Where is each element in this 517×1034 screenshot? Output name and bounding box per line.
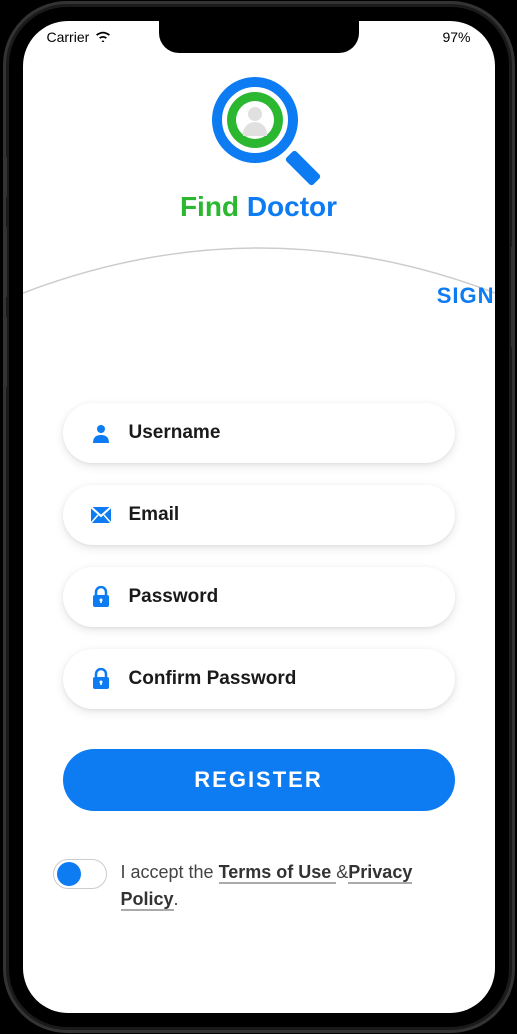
terms-suffix: .: [174, 889, 179, 909]
username-field-container[interactable]: [63, 403, 455, 463]
user-icon: [89, 423, 113, 443]
phone-notch: [159, 21, 359, 53]
email-icon: [89, 507, 113, 523]
side-button: [3, 317, 7, 387]
side-button: [3, 227, 7, 297]
password-input[interactable]: [129, 586, 429, 608]
curve-divider: [23, 233, 495, 333]
terms-and: &: [336, 862, 348, 882]
magnify-handle-icon: [284, 150, 321, 187]
logo-word-find: Find: [180, 191, 239, 222]
battery-label: 97%: [442, 29, 470, 45]
username-input[interactable]: [129, 422, 429, 444]
carrier-label: Carrier: [47, 29, 90, 45]
terms-of-use-link[interactable]: Terms of Use: [219, 862, 337, 884]
terms-prefix: I accept the: [121, 862, 219, 882]
register-form: [23, 403, 495, 709]
app-logo-icon: [204, 73, 314, 183]
side-button: [511, 247, 515, 347]
register-button[interactable]: REGISTER: [63, 749, 455, 811]
status-left: Carrier: [47, 29, 112, 45]
terms-toggle[interactable]: [53, 859, 107, 889]
content: Find Doctor SIGN: [23, 53, 495, 1013]
magnify-circle-icon: [212, 77, 298, 163]
doctor-avatar-icon: [236, 101, 274, 139]
logo-inner-circle: [227, 92, 283, 148]
terms-text: I accept the Terms of Use &Privacy Polic…: [121, 859, 465, 913]
lock-icon: [89, 668, 113, 690]
app-title: Find Doctor: [23, 191, 495, 223]
toggle-knob: [57, 862, 81, 886]
logo-word-doctor: Doctor: [247, 191, 337, 222]
sign-link[interactable]: SIGN: [437, 283, 495, 309]
logo-section: Find Doctor: [23, 73, 495, 223]
lock-icon: [89, 586, 113, 608]
terms-row: I accept the Terms of Use &Privacy Polic…: [23, 859, 495, 913]
wifi-icon: [95, 30, 111, 45]
confirm-password-field-container[interactable]: [63, 649, 455, 709]
phone-frame: Carrier 97%: [9, 7, 509, 1027]
phone-screen: Carrier 97%: [23, 21, 495, 1013]
password-field-container[interactable]: [63, 567, 455, 627]
side-button: [3, 157, 7, 197]
confirm-password-input[interactable]: [129, 668, 429, 690]
email-field-container[interactable]: [63, 485, 455, 545]
email-input[interactable]: [129, 504, 429, 526]
